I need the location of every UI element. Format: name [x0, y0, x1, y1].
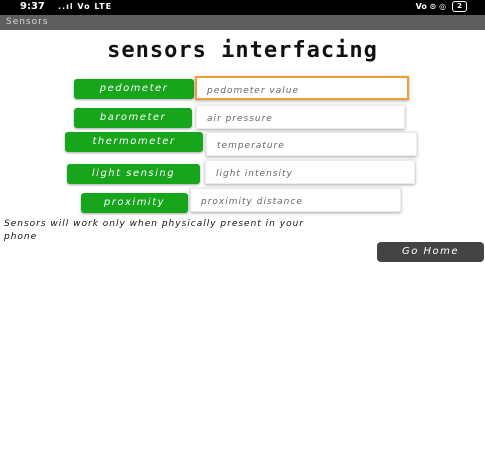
status-time: 9:37: [20, 1, 45, 12]
status-icons: Vo ⊙ ◎ 2: [416, 1, 467, 12]
proximity-field[interactable]: [190, 188, 401, 213]
pedometer-button[interactable]: pedometer: [74, 79, 194, 99]
proximity-input[interactable]: [191, 191, 400, 213]
availability-note: Sensors will work only when physically p…: [4, 219, 304, 242]
thermometer-button[interactable]: thermometer: [65, 132, 203, 152]
light-sensing-input[interactable]: [206, 163, 414, 185]
status-right-icons: Vo ⊙ ◎: [415, 2, 447, 11]
thermometer-field[interactable]: [206, 132, 417, 157]
signal-icon: ..ıl Vo LTE: [58, 2, 113, 11]
proximity-button[interactable]: proximity: [81, 193, 188, 213]
status-bar: 9:37 ..ıl Vo LTE Vo ⊙ ◎ 2: [0, 0, 485, 15]
pedometer-field[interactable]: [195, 76, 409, 101]
barometer-field[interactable]: [196, 105, 405, 130]
app-bar: Sensors: [0, 15, 485, 30]
barometer-button[interactable]: barometer: [74, 108, 192, 128]
light-sensing-field[interactable]: [205, 160, 415, 185]
page-title: sensors interfacing: [107, 38, 378, 63]
go-home-button[interactable]: Go Home: [377, 242, 484, 262]
battery-icon: 2: [452, 1, 467, 12]
app-bar-title: Sensors: [6, 17, 49, 27]
barometer-input[interactable]: [197, 108, 404, 130]
thermometer-input[interactable]: [207, 135, 416, 157]
pedometer-input[interactable]: [197, 81, 407, 101]
light-sensing-button[interactable]: light sensing: [67, 164, 200, 184]
